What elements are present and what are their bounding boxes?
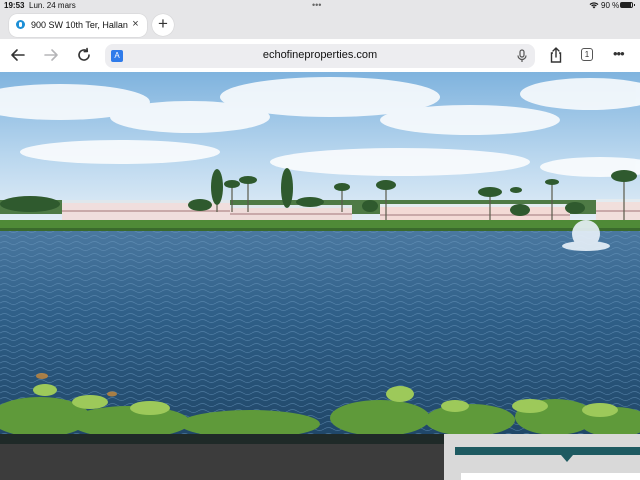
battery-tip	[634, 4, 635, 6]
page-teal-bar	[455, 447, 640, 455]
tab-title: 900 SW 10th Ter, Hallan	[31, 20, 128, 30]
tabs-overview-button[interactable]: 1	[581, 48, 593, 61]
browser-toolbar: A echofineproperties.com 1 •••	[0, 39, 640, 73]
page-teal-notch-icon	[561, 455, 573, 462]
page-dark-strip	[0, 434, 444, 444]
wifi-icon	[589, 1, 599, 11]
page-white-card[interactable]	[461, 473, 640, 480]
ipad-safari-screen: 19:53 Lun. 24 mars ••• 90 % 900 SW 10th …	[0, 0, 640, 480]
reload-icon[interactable]	[76, 47, 92, 63]
battery-percent: 90 %	[601, 1, 620, 10]
multitasking-dots-icon[interactable]: •••	[312, 0, 321, 10]
microphone-icon[interactable]	[516, 49, 528, 63]
battery-icon	[620, 2, 635, 8]
more-options-icon[interactable]: •••	[613, 46, 625, 61]
share-icon[interactable]	[548, 47, 564, 63]
tab-strip: 900 SW 10th Ter, Hallan × +	[0, 12, 640, 39]
close-tab-button[interactable]: ×	[130, 19, 141, 30]
status-bar: 19:53 Lun. 24 mars ••• 90 %	[0, 0, 640, 12]
web-content[interactable]	[0, 72, 640, 444]
status-date: Lun. 24 mars	[29, 1, 76, 10]
active-tab[interactable]: 900 SW 10th Ter, Hallan ×	[9, 14, 147, 37]
back-arrow-icon[interactable]	[10, 47, 26, 63]
battery-fill	[621, 3, 631, 7]
lake-photo	[0, 72, 640, 444]
new-tab-button[interactable]: +	[152, 14, 174, 36]
site-favicon-icon	[16, 20, 25, 29]
address-bar[interactable]: A echofineproperties.com	[105, 44, 535, 68]
forward-arrow-icon[interactable]	[43, 47, 59, 63]
status-time: 19:53	[4, 1, 25, 10]
url-text[interactable]: echofineproperties.com	[105, 49, 535, 61]
